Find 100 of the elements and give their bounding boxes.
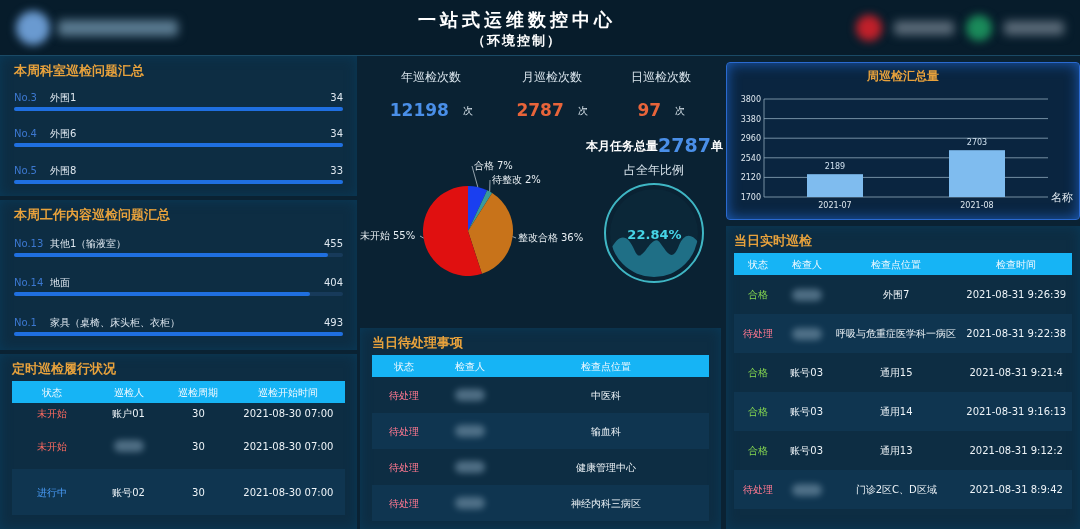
task-total-label: 本月任务总量 (586, 137, 658, 155)
item-count: 33 (330, 163, 343, 177)
blurred-name (454, 497, 485, 509)
rank-label: No.13 (14, 236, 45, 250)
table-cell-text: 中医科 (590, 388, 623, 403)
blurred-name (454, 461, 485, 473)
pie-label: 整改合格 (518, 231, 558, 243)
leader-line (512, 236, 517, 239)
dashboard-subtitle: （环境控制） (472, 31, 562, 50)
column-header: 巡检周期 (177, 385, 220, 400)
table-cell-text: 神经内科三病区 (570, 496, 643, 511)
panel-title: 本周工作内容巡检问题汇总 (14, 206, 171, 224)
item-count: 404 (323, 276, 343, 290)
ratio-label: 占全年比例 (624, 161, 685, 179)
panel-title: 定时巡检履行状况 (12, 360, 117, 378)
axis-tick-label: 2021-07 (818, 201, 852, 210)
stat-unit: 次 (462, 104, 473, 119)
axis-tick-label: 3380 (740, 114, 761, 124)
rank-label: No.4 (14, 127, 38, 141)
column-header: 检查人 (790, 257, 823, 272)
status-text: 待处理 (388, 496, 420, 511)
bar (807, 174, 863, 197)
table-cell-text: 2021-08-31 8:9:42 (968, 483, 1064, 497)
task-total-value: 2787 (658, 134, 711, 155)
item-name: 地面 (50, 276, 71, 290)
blurred-logo (856, 14, 882, 41)
status-text: 合格 (746, 288, 769, 302)
status-text: 待处理 (388, 388, 420, 403)
table-cell-text: 30 (191, 485, 206, 500)
axis-tick-label: 2120 (740, 173, 761, 183)
stat-value: 2787 (516, 99, 564, 122)
rank-label: No.1 (14, 316, 38, 330)
item-name: 家具（桌椅、床头柜、衣柜） (50, 316, 181, 330)
status-text: 未开始 (35, 406, 68, 421)
axis-tick-label: 2540 (740, 153, 761, 163)
stat-label: 月巡检次数 (522, 69, 583, 86)
pie-value-label: 7% (497, 159, 513, 171)
rank-label: No.3 (14, 91, 38, 105)
table-cell-text: 输血科 (590, 424, 623, 439)
item-name: 外围6 (50, 127, 78, 141)
column-header: 状态 (40, 385, 63, 400)
blurred-name (791, 483, 822, 496)
item-name: 外围8 (50, 163, 78, 177)
table-cell-text: 呼吸与危重症医学科一病区 (835, 327, 958, 341)
stat-label: 日巡检次数 (631, 69, 692, 86)
stat-unit: 次 (675, 104, 686, 119)
panel-title: 当日实时巡检 (734, 232, 813, 250)
column-header: 巡检人 (112, 385, 145, 400)
dashboard-title: 一站式运维数控中心 (418, 7, 616, 32)
item-count: 34 (330, 127, 343, 141)
status-text: 待处理 (741, 327, 774, 341)
blurred-name (454, 389, 485, 401)
blurred-name (791, 327, 822, 340)
status-text: 进行中 (35, 485, 68, 500)
status-text: 待处理 (388, 460, 420, 475)
table-cell-text: 健康管理中心 (575, 460, 638, 475)
item-count: 34 (330, 91, 343, 105)
item-name: 其他1（输液室） (50, 236, 128, 250)
pie-value-label: 55% (393, 229, 416, 241)
table-cell-text: 账号03 (789, 366, 824, 380)
column-header: 检查点位置 (580, 359, 633, 374)
panel-title: 当日待处理事项 (372, 334, 464, 352)
pie-value-label: 2% (525, 173, 541, 185)
status-text: 合格 (746, 444, 769, 458)
blurred-name (113, 440, 144, 452)
blurred-name (791, 288, 822, 301)
bar (949, 150, 1005, 197)
table-cell-text: 30 (191, 406, 206, 421)
column-header: 检查时间 (995, 257, 1038, 272)
rank-label: No.14 (14, 276, 45, 290)
column-header: 状态 (393, 359, 415, 374)
panel-title: 本周科室巡检问题汇总 (14, 62, 145, 80)
table-cell-text: 账号02 (111, 485, 146, 500)
item-name: 外围1 (50, 91, 78, 105)
table-cell-text: 2021-08-30 07:00 (242, 406, 335, 421)
table-cell-text: 2021-08-31 9:16:13 (965, 405, 1068, 419)
table-cell-text: 账户01 (111, 406, 146, 421)
ratio-value: 22.84% (626, 225, 683, 244)
axis-tick-label: 2021-08 (960, 201, 994, 210)
table-cell-text: 通用14 (878, 405, 914, 419)
stat-value: 97 (637, 99, 662, 122)
table-cell-text: 2021-08-31 9:22:38 (965, 327, 1068, 341)
blurred-name (1004, 20, 1064, 35)
blurred-name (454, 425, 485, 437)
axis-tick-label: 3800 (740, 95, 761, 104)
blurred-name (894, 20, 954, 35)
status-text: 待处理 (741, 483, 774, 497)
item-count: 455 (323, 236, 343, 250)
table-cell-text: 账号03 (789, 405, 824, 419)
axis-tick-label: 2960 (740, 134, 761, 144)
column-header: 状态 (746, 257, 769, 272)
status-text: 合格 (746, 405, 769, 419)
table-cell-text: 30 (191, 439, 206, 454)
pie-value-label: 36% (561, 231, 584, 243)
stat-value: 12198 (389, 99, 449, 122)
item-count: 493 (323, 316, 343, 330)
table-cell-text: 2021-08-31 9:21:4 (968, 366, 1064, 380)
stat-unit: 次 (577, 104, 588, 119)
column-header: 检查点位置 (870, 257, 923, 272)
table-cell-text: 门诊2区C、D区域 (854, 483, 938, 497)
